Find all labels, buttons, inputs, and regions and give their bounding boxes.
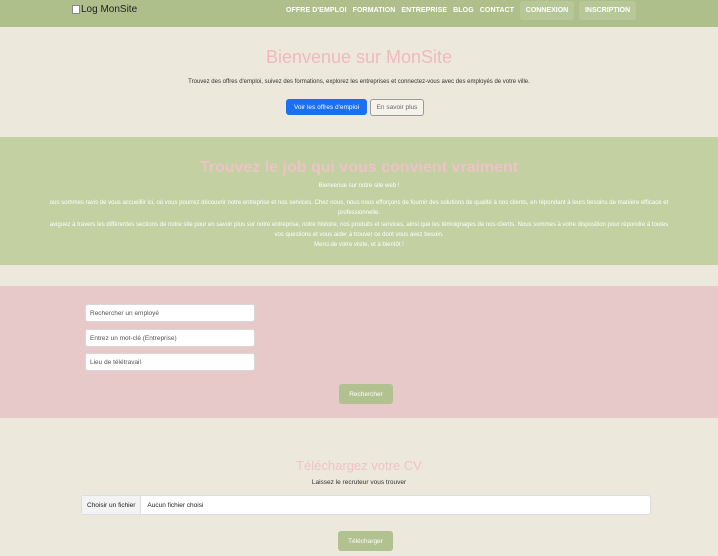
broken-image-icon (72, 5, 80, 14)
upload-cv-button[interactable]: Télécharger (338, 531, 393, 551)
location-input[interactable]: Lieu de télétravail (85, 353, 255, 371)
nav-link-blog[interactable]: BLOG (453, 6, 474, 15)
employee-search-input[interactable]: Rechercher un employé (85, 304, 255, 322)
choose-file-button[interactable]: Choisir un fichier (82, 496, 142, 514)
section-divider (0, 265, 718, 286)
cv-subtitle: Laissez le recruteur vous trouver (311, 479, 407, 486)
nav-links: OFFRE D'EMPLOI FORMATION ENTREPRISE BLOG… (283, 6, 517, 15)
intro-line: professionnelle. (337, 210, 381, 216)
navbar: Log MonSite OFFRE D'EMPLOI FORMATION ENT… (0, 0, 718, 27)
view-job-offers-button[interactable]: Voir les offres d'emploi (286, 99, 367, 115)
hero-title: Bienvenue sur MonSite (265, 47, 453, 67)
nav-link-entreprise[interactable]: ENTREPRISE (401, 6, 447, 15)
search-button[interactable]: Rechercher (339, 384, 393, 404)
intro-line: ous sommes ravis de vous accueillir ici,… (49, 200, 669, 206)
intro-section: Trouvez le job qui vous convient vraimen… (0, 137, 718, 265)
nav-link-contact[interactable]: CONTACT (480, 6, 514, 15)
cv-file-input[interactable]: Choisir un fichier Aucun fichier choisi (81, 495, 651, 515)
cv-title: Téléchargez votre CV (296, 458, 422, 473)
hero-section: Bienvenue sur MonSite Trouvez des offres… (0, 27, 718, 137)
logo-text: Log MonSite (81, 4, 138, 15)
nav-link-offre-emploi[interactable]: OFFRE D'EMPLOI (286, 6, 347, 15)
signup-button[interactable]: INSCRIPTION (579, 1, 636, 20)
intro-line: Merci de votre visite, et à bientôt ! (314, 242, 404, 248)
intro-line: aviguez à travers les différentes sectio… (49, 222, 669, 228)
site-logo[interactable]: Log MonSite (72, 4, 137, 15)
search-section: Rechercher un employé Entrez un mot-clé … (0, 286, 718, 418)
keyword-input[interactable]: Entrez un mot-clé (Entreprise) (85, 329, 255, 347)
nav-link-formation[interactable]: FORMATION (353, 6, 396, 15)
learn-more-button[interactable]: En savoir plus (370, 99, 424, 116)
file-name-label: Aucun fichier choisi (147, 501, 204, 509)
intro-line: Bienvenue sur notre site web ! (318, 183, 400, 189)
intro-line: vos questions et vous aider à trouver ce… (274, 232, 444, 238)
intro-title: Trouvez le job qui vous convient vraimen… (199, 159, 519, 176)
hero-subtitle: Trouvez des offres d'emploi, suivez des … (188, 79, 530, 85)
login-button[interactable]: CONNEXION (520, 1, 574, 20)
